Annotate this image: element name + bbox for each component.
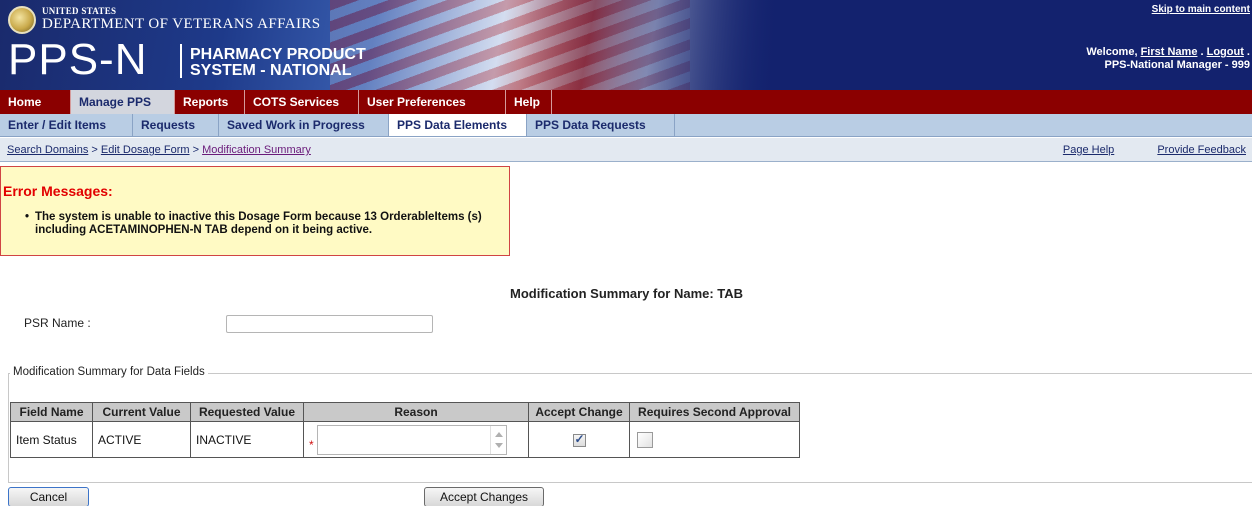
page-help-link[interactable]: Page Help	[1063, 144, 1114, 156]
scroll-up-icon[interactable]	[495, 431, 504, 437]
col-header-accept-change: Accept Change	[528, 402, 630, 422]
psr-name-input[interactable]	[226, 315, 433, 333]
accept-changes-button[interactable]: Accept Changes	[424, 487, 544, 506]
logout-link[interactable]: Logout	[1207, 46, 1244, 58]
table-row: Item Status ACTIVE INACTIVE *	[10, 421, 800, 458]
welcome-separator: .	[1197, 46, 1207, 58]
cell-current-value: ACTIVE	[92, 421, 191, 458]
nav-tab-home[interactable]: Home	[0, 90, 71, 114]
second-approval-checkbox[interactable]	[637, 431, 653, 448]
dept-line-2: DEPARTMENT OF VETERANS AFFAIRS	[42, 16, 321, 32]
modification-table: Field Name Current Value Requested Value…	[10, 402, 800, 458]
breadcrumb-separator: >	[189, 144, 203, 156]
error-panel: Error Messages: • The system is unable t…	[0, 166, 510, 256]
nav-tab-manage-pps[interactable]: Manage PPS	[71, 90, 175, 114]
error-title: Error Messages:	[3, 183, 113, 199]
page-title: Modification Summary for Name: TAB	[510, 286, 744, 301]
brand-divider	[180, 44, 182, 78]
logout-suffix: .	[1243, 46, 1250, 58]
breadcrumb-bar: Search Domains > Edit Dosage Form > Modi…	[0, 138, 1252, 162]
error-message: • The system is unable to inactive this …	[25, 211, 505, 237]
subnav-tab-pps-data-requests[interactable]: PPS Data Requests	[527, 114, 675, 136]
cell-requested-value: INACTIVE	[190, 421, 304, 458]
dept-line-1: UNITED STATES	[42, 6, 117, 16]
header-banner: UNITED STATES DEPARTMENT OF VETERANS AFF…	[0, 0, 1252, 90]
col-header-current-value: Current Value	[92, 402, 191, 422]
cell-reason: *	[303, 421, 529, 458]
reason-textarea[interactable]	[317, 424, 508, 455]
required-marker: *	[309, 437, 314, 452]
breadcrumb: Search Domains > Edit Dosage Form > Modi…	[7, 144, 311, 156]
skip-to-main-link[interactable]: Skip to main content	[1152, 4, 1250, 15]
user-role: PPS-National Manager - 999	[1104, 59, 1251, 71]
fieldset-legend: Modification Summary for Data Fields	[10, 366, 208, 378]
col-header-reason: Reason	[303, 402, 529, 422]
breadcrumb-separator: >	[88, 144, 101, 156]
cell-accept-change	[528, 421, 630, 458]
col-header-requested-value: Requested Value	[190, 402, 304, 422]
nav-tab-reports[interactable]: Reports	[175, 90, 245, 114]
accept-change-checkbox[interactable]	[572, 432, 586, 447]
error-bullet: •	[25, 211, 30, 223]
reason-scrollbar[interactable]	[490, 425, 506, 454]
breadcrumb-search-domains[interactable]: Search Domains	[7, 144, 88, 156]
subnav-tab-requests[interactable]: Requests	[133, 114, 219, 136]
va-seal-icon	[8, 6, 36, 34]
cell-second-approval	[629, 421, 800, 458]
table-header-row: Field Name Current Value Requested Value…	[10, 402, 800, 422]
sub-nav: Enter / Edit Items Requests Saved Work i…	[0, 114, 1252, 137]
user-name-link[interactable]: First Name	[1141, 46, 1198, 58]
cancel-button[interactable]: Cancel	[8, 487, 89, 506]
brand-subtitle-2: SYSTEM - NATIONAL	[190, 62, 352, 79]
brand-logo: PPS-N	[8, 35, 148, 84]
help-links: Page Help Provide Feedback	[1023, 144, 1246, 156]
col-header-field-name: Field Name	[10, 402, 93, 422]
welcome-block: Welcome, First Name . Logout . PPS-Natio…	[1086, 46, 1250, 72]
col-header-second-approval: Requires Second Approval	[629, 402, 800, 422]
psr-name-label: PSR Name :	[24, 316, 91, 330]
subnav-tab-pps-data-elements[interactable]: PPS Data Elements	[389, 114, 527, 136]
main-nav: Home Manage PPS Reports COTS Services Us…	[0, 90, 1252, 114]
scroll-down-icon[interactable]	[495, 442, 504, 448]
nav-tab-help[interactable]: Help	[506, 90, 552, 114]
cell-field-name: Item Status	[10, 421, 93, 458]
error-message-text: The system is unable to inactive this Do…	[35, 211, 482, 236]
nav-tab-user-preferences[interactable]: User Preferences	[359, 90, 506, 114]
subnav-tab-enter-edit-items[interactable]: Enter / Edit Items	[0, 114, 133, 136]
subnav-tab-saved-work[interactable]: Saved Work in Progress	[219, 114, 389, 136]
breadcrumb-edit-dosage-form[interactable]: Edit Dosage Form	[101, 144, 190, 156]
welcome-prefix: Welcome,	[1086, 46, 1141, 58]
provide-feedback-link[interactable]: Provide Feedback	[1157, 144, 1246, 156]
banner-fade	[520, 0, 1252, 90]
nav-tab-cots-services[interactable]: COTS Services	[245, 90, 359, 114]
breadcrumb-modification-summary[interactable]: Modification Summary	[202, 144, 311, 156]
